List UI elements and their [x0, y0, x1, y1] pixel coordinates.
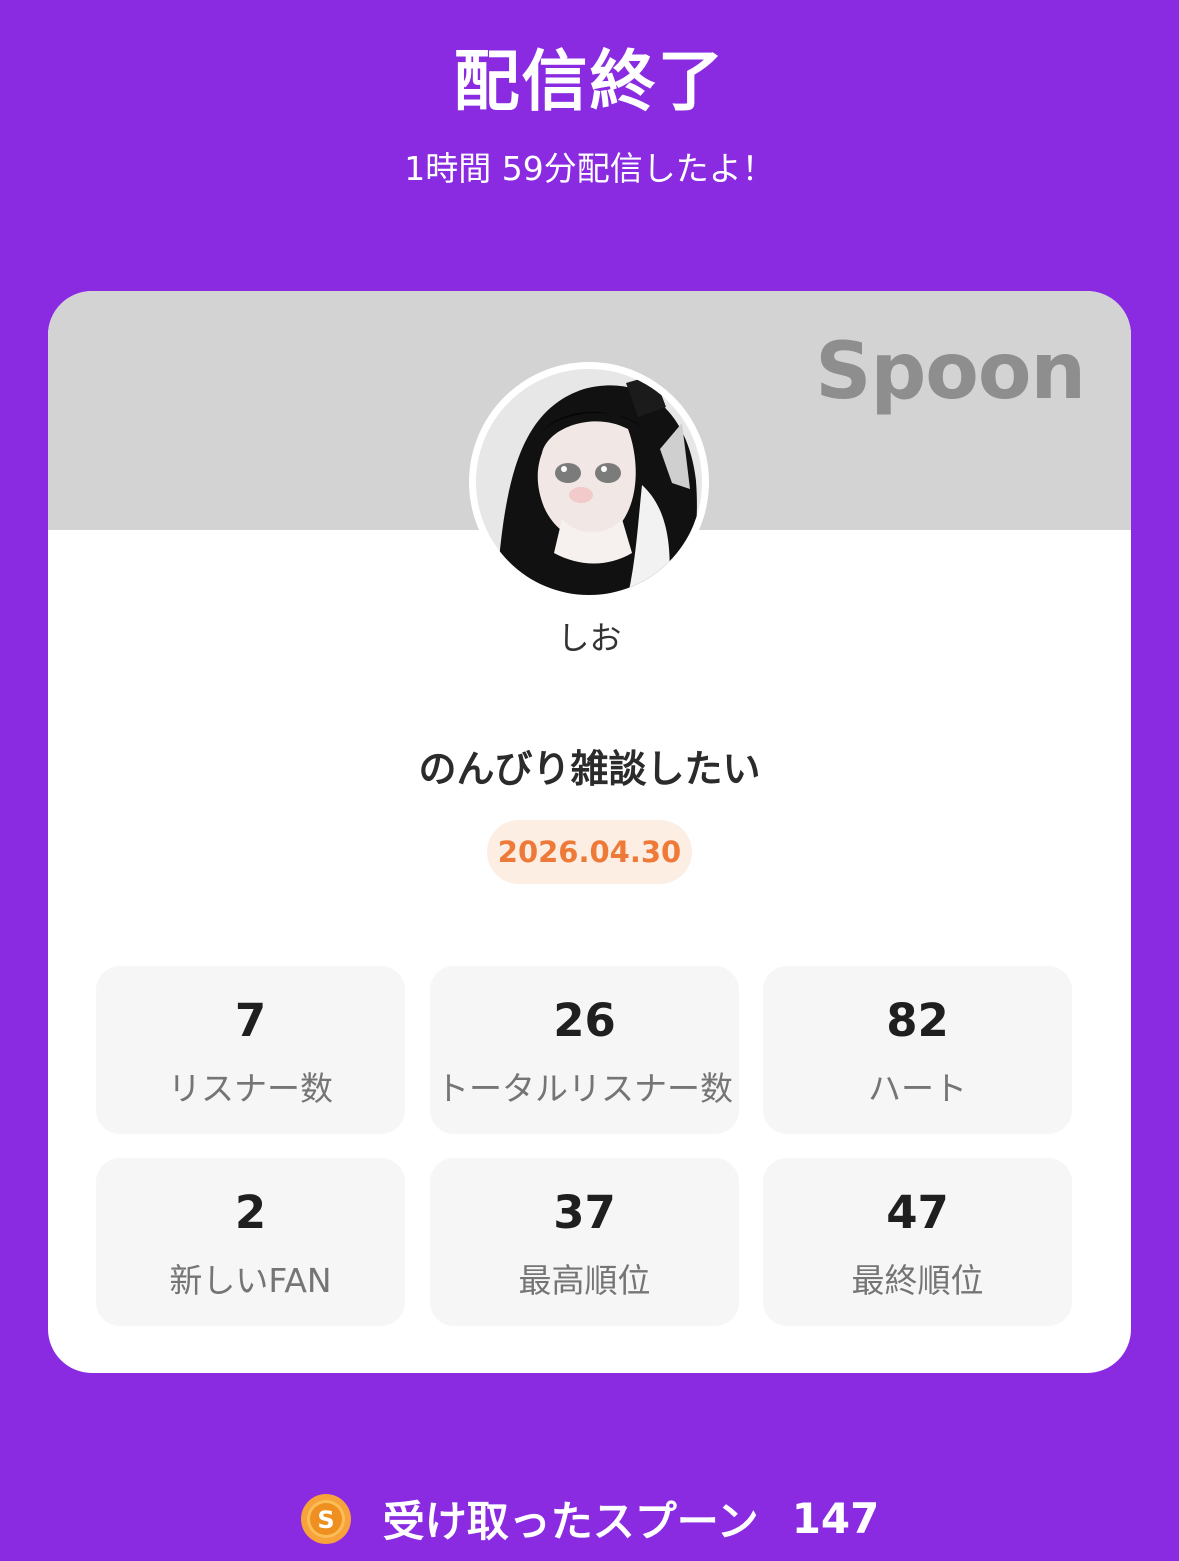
stream-title: のんびり雑談したい	[418, 747, 761, 791]
stat-value: 82	[886, 994, 949, 1047]
username: しお	[557, 619, 622, 657]
received-spoons-value: 147	[791, 1494, 880, 1543]
stat-card-hearts: 82 ハート	[763, 966, 1072, 1134]
stat-label: トータルリスナー数	[436, 1069, 733, 1108]
date-badge: 2026.04.30	[487, 820, 692, 884]
stat-value: 2	[234, 1186, 267, 1239]
stat-value: 7	[234, 994, 267, 1047]
stat-label: 最高順位	[518, 1261, 651, 1300]
spoon-coin-icon: S	[300, 1493, 351, 1544]
stat-card-new-fans: 2 新しいFAN	[96, 1158, 405, 1326]
page-title: 配信終了	[453, 43, 726, 120]
stat-value: 26	[553, 994, 616, 1047]
stat-card-highest-rank: 37 最高順位	[430, 1158, 739, 1326]
stat-label: ハート	[868, 1069, 967, 1108]
svg-text:S: S	[317, 1506, 334, 1534]
stat-label: リスナー数	[168, 1069, 333, 1108]
received-spoons-label: 受け取ったスプーン	[382, 1497, 759, 1546]
stat-card-listeners: 7 リスナー数	[96, 966, 405, 1134]
stat-card-total-listeners: 26 トータルリスナー数	[430, 966, 739, 1134]
stat-label: 新しいFAN	[169, 1261, 332, 1300]
broadcast-summary-card: Spoon しお のんびり雑談したい 2026.04.30 7 リスナー数 26…	[48, 291, 1131, 1373]
received-spoons: S 受け取ったスプーン 147	[0, 1488, 1179, 1546]
broadcast-duration: 1時間 59分配信したよ！	[404, 149, 775, 188]
avatar	[469, 362, 709, 602]
stat-value: 47	[886, 1186, 949, 1239]
stat-value: 37	[553, 1186, 616, 1239]
spoon-logo: Spoon	[815, 327, 1086, 417]
stat-card-final-rank: 47 最終順位	[763, 1158, 1072, 1326]
stat-label: 最終順位	[851, 1261, 984, 1300]
